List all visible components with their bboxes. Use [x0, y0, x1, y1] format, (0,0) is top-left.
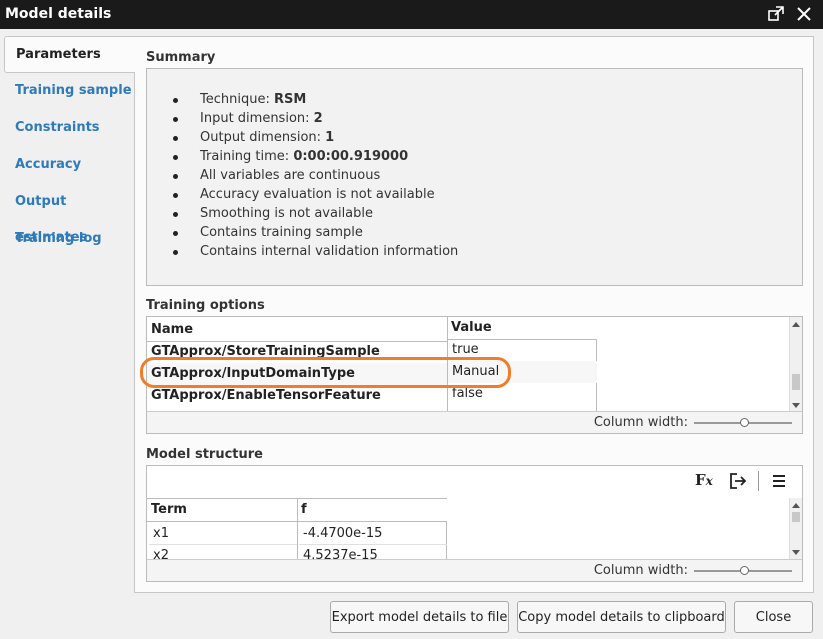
- column-header-name[interactable]: Name: [147, 319, 447, 342]
- column-header-value[interactable]: Value: [447, 317, 597, 340]
- table-row[interactable]: x1: [149, 523, 297, 545]
- column-width-label: Column width:: [593, 563, 688, 578]
- table-cell-value[interactable]: true: [448, 339, 597, 361]
- summary-list: Technique: RSM Input dimension: 2 Output…: [173, 90, 458, 261]
- column-width-bar: Column width:: [147, 411, 802, 433]
- export-icon[interactable]: [728, 471, 748, 491]
- summary-item: Accuracy evaluation is not available: [173, 185, 458, 204]
- summary-item: Contains training sample: [173, 223, 458, 242]
- column-width-label: Column width:: [593, 415, 688, 430]
- table-row[interactable]: GTApprox/StoreTrainingSample: [147, 341, 447, 363]
- tab-training-sample[interactable]: Training sample: [4, 73, 136, 110]
- close-icon[interactable]: [794, 4, 814, 24]
- tab-output-estimates[interactable]: Output estimates: [4, 184, 136, 245]
- title-bar: Model details: [0, 0, 823, 29]
- tab-parameters[interactable]: Parameters: [4, 36, 135, 73]
- column-width-slider[interactable]: [694, 566, 792, 575]
- summary-item: Contains internal validation information: [173, 242, 458, 261]
- window-title: Model details: [5, 6, 112, 22]
- close-button[interactable]: Close: [734, 601, 813, 633]
- summary-title: Summary: [146, 50, 216, 65]
- slider-handle[interactable]: [740, 566, 749, 575]
- column-header-f[interactable]: f: [297, 499, 447, 522]
- scroll-thumb[interactable]: [792, 374, 800, 390]
- training-options-table: Name Value GTApprox/StoreTrainingSample …: [146, 316, 803, 434]
- model-structure-scrollbar[interactable]: [789, 498, 802, 560]
- training-options-grid: Name Value GTApprox/StoreTrainingSample …: [147, 317, 597, 411]
- summary-item-technique: Technique: RSM: [173, 90, 458, 109]
- table-row[interactable]: GTApprox/EnableTensorFeature: [147, 385, 447, 407]
- tab-accuracy[interactable]: Accuracy: [4, 147, 136, 184]
- summary-item-input-dimension: Input dimension: 2: [173, 109, 458, 128]
- summary-item: Smoothing is not available: [173, 204, 458, 223]
- column-divider[interactable]: [297, 499, 298, 560]
- slider-handle[interactable]: [740, 418, 749, 427]
- popout-icon[interactable]: [766, 4, 786, 24]
- table-cell-value[interactable]: false: [448, 383, 597, 405]
- column-header-term[interactable]: Term: [147, 499, 297, 522]
- scroll-up-icon[interactable]: [792, 503, 800, 508]
- scroll-thumb[interactable]: [792, 512, 800, 522]
- summary-item-training-time: Training time: 0:00:00.919000: [173, 147, 458, 166]
- training-options-scrollbar[interactable]: [789, 317, 802, 413]
- scroll-up-icon[interactable]: [792, 322, 800, 327]
- tab-training-log[interactable]: Training log: [4, 221, 136, 258]
- summary-item-output-dimension: Output dimension: 1: [173, 128, 458, 147]
- table-row[interactable]: GTApprox/InputDomainType: [147, 363, 447, 385]
- column-width-slider[interactable]: [694, 418, 792, 427]
- scroll-down-icon[interactable]: [792, 550, 800, 555]
- copy-model-details-button[interactable]: Copy model details to clipboard: [517, 601, 726, 633]
- table-cell-f[interactable]: -4.4700e-15: [299, 523, 447, 545]
- model-structure-title: Model structure: [146, 447, 263, 462]
- summary-box: Technique: RSM Input dimension: 2 Output…: [146, 68, 803, 286]
- toolbar-divider: [758, 471, 759, 491]
- formula-icon[interactable]: Fx: [695, 471, 713, 491]
- menu-icon[interactable]: [770, 471, 788, 491]
- summary-item: All variables are continuous: [173, 166, 458, 185]
- scroll-down-icon[interactable]: [792, 403, 800, 408]
- column-width-bar: Column width:: [147, 559, 802, 581]
- table-cell-value[interactable]: Manual: [448, 361, 597, 383]
- model-structure-grid: Term f x1 -4.4700e-15 x2 4.5237e-15: [147, 498, 447, 563]
- parameters-panel: Summary Technique: RSM Input dimension: …: [134, 36, 814, 593]
- tab-constraints[interactable]: Constraints: [4, 110, 136, 147]
- sidebar: Parameters Training sample Constraints A…: [4, 36, 136, 258]
- export-model-details-button[interactable]: Export model details to file: [330, 601, 509, 633]
- training-options-title: Training options: [146, 298, 265, 313]
